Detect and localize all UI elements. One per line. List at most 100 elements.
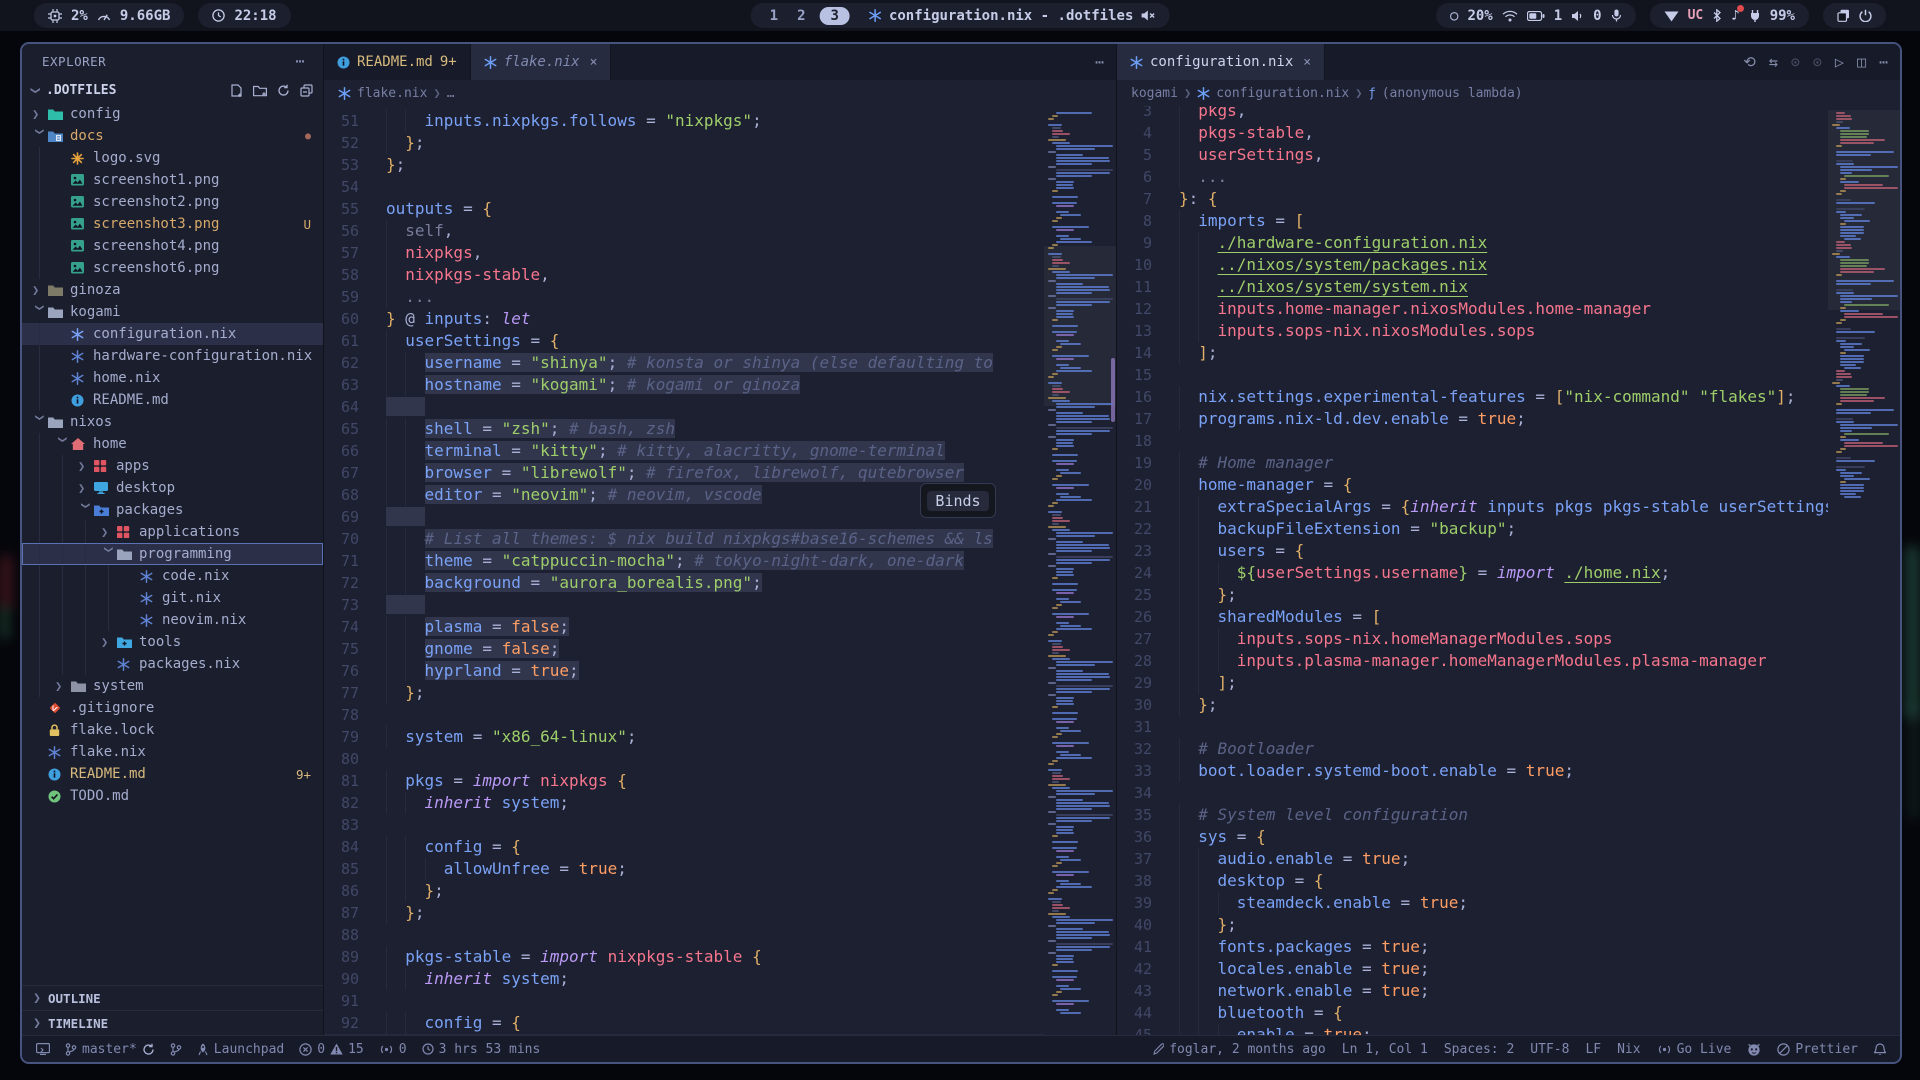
tree-item-apps[interactable]: ❯apps <box>22 455 323 477</box>
breadcrumb-item[interactable]: flake.nix <box>357 86 427 101</box>
code-line-31[interactable]: 31 <box>1117 716 1828 738</box>
code-line-36[interactable]: 36sys = { <box>1117 826 1828 848</box>
code-line-87[interactable]: 87}; <box>324 902 1044 924</box>
notifications-bell[interactable] <box>1874 1043 1886 1056</box>
code-line-71[interactable]: 71theme = "catppuccin-mocha"; # tokyo-ni… <box>324 550 1044 572</box>
code-line-16[interactable]: 16nix.settings.experimental-features = [… <box>1117 386 1828 408</box>
code-line-58[interactable]: 58nixpkgs-stable, <box>324 264 1044 286</box>
code-line-67[interactable]: 67browser = "librewolf"; # firefox, libr… <box>324 462 1044 484</box>
code-line-54[interactable]: 54 <box>324 176 1044 198</box>
system-stats-pill[interactable]: 2% 9.66GB <box>34 3 184 28</box>
git-blame[interactable]: foglar, 2 months ago <box>1153 1042 1326 1057</box>
code-line-51[interactable]: 51inputs.nixpkgs.follows = "nixpkgs"; <box>324 110 1044 132</box>
split-editor-icon[interactable]: ◫ <box>1857 53 1866 71</box>
chevron-down-icon[interactable]: ❯ <box>102 546 116 562</box>
code-line-30[interactable]: 30}; <box>1117 694 1828 716</box>
tree-item-screenshot4-png[interactable]: screenshot4.png <box>22 235 323 257</box>
tab-readme[interactable]: README.md 9+ <box>324 44 471 80</box>
mute-speaker-icon[interactable] <box>1140 9 1155 22</box>
tree-item-screenshot2-png[interactable]: screenshot2.png <box>22 191 323 213</box>
code-line-42[interactable]: 42locales.enable = true; <box>1117 958 1828 980</box>
new-file-icon[interactable] <box>230 84 243 97</box>
tree-item-readme-md[interactable]: README.md <box>22 389 323 411</box>
chevron-right-icon[interactable]: ❯ <box>101 635 117 649</box>
code-line-93[interactable]: 93allowUnfree = true; <box>324 1034 1044 1035</box>
code-line-25[interactable]: 25}; <box>1117 584 1828 606</box>
tab-overflow-icon[interactable]: ⋯ <box>1095 53 1104 71</box>
code-line-4[interactable]: 4pkgs-stable, <box>1117 122 1828 144</box>
code-line-7[interactable]: 7}: { <box>1117 188 1828 210</box>
code-line-10[interactable]: 10../nixos/system/packages.nix <box>1117 254 1828 276</box>
code-line-8[interactable]: 8imports = [ <box>1117 210 1828 232</box>
code-line-5[interactable]: 5userSettings, <box>1117 144 1828 166</box>
code-line-89[interactable]: 89pkgs-stable = import nixpkgs-stable { <box>324 946 1044 968</box>
code-line-72[interactable]: 72background = "aurora_borealis.png"; <box>324 572 1044 594</box>
collapse-all-icon[interactable] <box>300 84 313 97</box>
code-line-41[interactable]: 41fonts.packages = true; <box>1117 936 1828 958</box>
code-line-66[interactable]: 66terminal = "kitty"; # kitty, alacritty… <box>324 440 1044 462</box>
code-line-17[interactable]: 17programs.nix-ld.dev.enable = true; <box>1117 408 1828 430</box>
code-line-24[interactable]: 24${userSettings.username} = import ./ho… <box>1117 562 1828 584</box>
tree-item-config[interactable]: ❯config <box>22 103 323 125</box>
workspace-3-active[interactable]: 3 <box>820 7 850 25</box>
indentation-setting[interactable]: Spaces: 2 <box>1444 1042 1514 1057</box>
code-line-76[interactable]: 76hyprland = true; <box>324 660 1044 682</box>
code-line-22[interactable]: 22backupFileExtension = "backup"; <box>1117 518 1828 540</box>
tree-item-code-nix[interactable]: code.nix <box>22 565 323 587</box>
git-graph-button[interactable] <box>170 1043 182 1056</box>
tree-item-applications[interactable]: ❯applications <box>22 521 323 543</box>
code-line-81[interactable]: 81pkgs = import nixpkgs { <box>324 770 1044 792</box>
code-line-78[interactable]: 78 <box>324 704 1044 726</box>
code-line-74[interactable]: 74plasma = false; <box>324 616 1044 638</box>
code-line-83[interactable]: 83 <box>324 814 1044 836</box>
tree-item-packages-nix[interactable]: packages.nix <box>22 653 323 675</box>
code-line-26[interactable]: 26sharedModules = [ <box>1117 606 1828 628</box>
code-line-23[interactable]: 23users = { <box>1117 540 1828 562</box>
tree-item-docs[interactable]: ❯docs● <box>22 125 323 147</box>
code-line-9[interactable]: 9./hardware-configuration.nix <box>1117 232 1828 254</box>
code-line-35[interactable]: 35# System level configuration <box>1117 804 1828 826</box>
code-line-80[interactable]: 80 <box>324 748 1044 770</box>
tab-close-icon[interactable]: × <box>1303 55 1311 70</box>
code-line-19[interactable]: 19# Home manager <box>1117 452 1828 474</box>
go-live-button[interactable]: Go Live <box>1657 1042 1732 1057</box>
chevron-right-icon[interactable]: ❯ <box>32 283 48 297</box>
tree-item-home-nix[interactable]: home.nix <box>22 367 323 389</box>
tree-item-flake-nix[interactable]: flake.nix <box>22 741 323 763</box>
code-line-82[interactable]: 82inherit system; <box>324 792 1044 814</box>
chevron-down-icon[interactable]: ❯ <box>33 128 47 144</box>
launchpad-button[interactable]: Launchpad <box>197 1042 284 1057</box>
code-line-12[interactable]: 12inputs.home-manager.nixosModules.home-… <box>1117 298 1828 320</box>
tree-item-todo-md[interactable]: TODO.md <box>22 785 323 807</box>
code-line-20[interactable]: 20home-manager = { <box>1117 474 1828 496</box>
tree-item-readme-md[interactable]: README.md9+ <box>22 763 323 785</box>
next-change-icon[interactable]: ⊙ <box>1813 53 1822 71</box>
code-line-14[interactable]: 14]; <box>1117 342 1828 364</box>
code-line-56[interactable]: 56self, <box>324 220 1044 242</box>
breadcrumb-item[interactable]: … <box>447 86 455 101</box>
tree-item-logo-svg[interactable]: logo.svg <box>22 147 323 169</box>
encoding-setting[interactable]: UTF-8 <box>1530 1042 1569 1057</box>
tree-item-screenshot3-png[interactable]: screenshot3.pngU <box>22 213 323 235</box>
code-line-59[interactable]: 59... <box>324 286 1044 308</box>
code-line-18[interactable]: 18 <box>1117 430 1828 452</box>
chevron-right-icon[interactable]: ❯ <box>78 481 94 495</box>
tree-item-configuration-nix[interactable]: configuration.nix <box>22 323 323 345</box>
previous-change-icon[interactable]: ⊙ <box>1791 53 1800 71</box>
tree-item-hardware-configuration-nix[interactable]: hardware-configuration.nix <box>22 345 323 367</box>
code-line-45[interactable]: 45enable = true; <box>1117 1024 1828 1035</box>
chevron-down-icon[interactable]: ❯ <box>33 414 47 430</box>
tab-close-icon[interactable]: × <box>590 55 598 70</box>
breadcrumb[interactable]: flake.nix ❯ … <box>324 80 1116 106</box>
cursor-position[interactable]: Ln 1, Col 1 <box>1342 1042 1428 1057</box>
code-line-92[interactable]: 92config = { <box>324 1012 1044 1034</box>
chevron-right-icon[interactable]: ❯ <box>32 107 48 121</box>
code-line-77[interactable]: 77}; <box>324 682 1044 704</box>
code-line-21[interactable]: 21extraSpecialArgs = {inherit inputs pkg… <box>1117 496 1828 518</box>
code-line-57[interactable]: 57nixpkgs, <box>324 242 1044 264</box>
minimap[interactable] <box>1828 106 1900 1035</box>
code-line-75[interactable]: 75gnome = false; <box>324 638 1044 660</box>
code-line-32[interactable]: 32# Bootloader <box>1117 738 1828 760</box>
code-line-90[interactable]: 90inherit system; <box>324 968 1044 990</box>
tree-item-kogami[interactable]: ❯kogami <box>22 301 323 323</box>
